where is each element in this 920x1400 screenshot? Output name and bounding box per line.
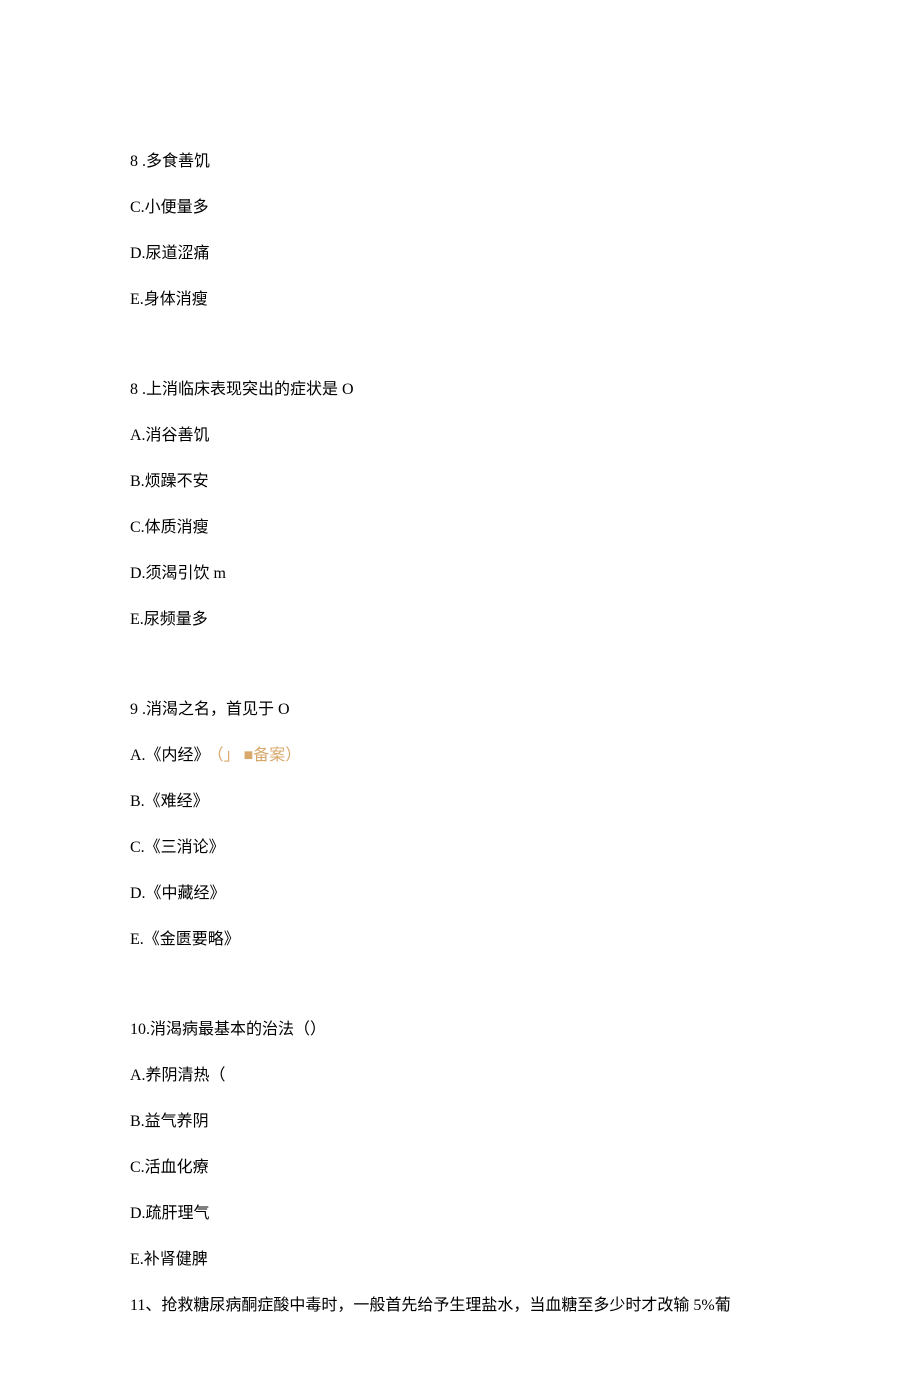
text-line: B.《难经》 — [130, 790, 790, 814]
line-text: D.尿道涩痛 — [130, 245, 210, 262]
line-text: A.《内经》 — [130, 747, 210, 764]
text-line: D.《中藏经》 — [130, 882, 790, 906]
line-text: 9 .消渴之名，首见于 O — [130, 701, 290, 718]
text-line: E.《金匮要略》 — [130, 928, 790, 952]
text-line: D.尿道涩痛 — [130, 242, 790, 266]
text-line: B.益气养阴 — [130, 1110, 790, 1134]
line-text: C.《三消论》 — [130, 839, 225, 856]
line-text: B.益气养阴 — [130, 1113, 209, 1130]
line-text: D.《中藏经》 — [130, 885, 226, 902]
text-line: E.补肾健脾 — [130, 1248, 790, 1272]
line-text: D.疏肝理气 — [130, 1205, 210, 1222]
line-text: C.体质消瘦 — [130, 519, 209, 536]
blank-line — [130, 334, 790, 356]
text-line: E.身体消瘦 — [130, 288, 790, 312]
line-text: B.烦躁不安 — [130, 473, 209, 490]
text-line: A.消谷善饥 — [130, 424, 790, 448]
line-text: A.养阴清热（ — [130, 1067, 226, 1084]
text-line: E.尿频量多 — [130, 608, 790, 632]
line-text: D.须渴引饮 m — [130, 565, 226, 582]
line-text: E.补肾健脾 — [130, 1251, 208, 1268]
line-text: 8 .上消临床表现突出的症状是 O — [130, 381, 354, 398]
text-line: C.《三消论》 — [130, 836, 790, 860]
line-text: 8 .多食善饥 — [130, 153, 210, 170]
line-text: E.身体消瘦 — [130, 291, 208, 308]
blank-line — [130, 654, 790, 676]
line-text: E.《金匮要略》 — [130, 931, 240, 948]
line-text: B.《难经》 — [130, 793, 209, 810]
text-line: C.体质消瘦 — [130, 516, 790, 540]
text-line: D.须渴引饮 m — [130, 562, 790, 586]
line-text: 11、抢救糖尿病酮症酸中毒时，一般首先给予生理盐水，当血糖至多少时才改输 5%葡 — [130, 1297, 731, 1314]
line-text: C.小便量多 — [130, 199, 209, 216]
document-page: 8 .多食善饥 C.小便量多 D.尿道涩痛 E.身体消瘦 8 .上消临床表现突出的症状是… — [0, 0, 920, 1400]
text-line: C.活血化療 — [130, 1156, 790, 1180]
line-text: 10.消渴病最基本的治法（） — [130, 1021, 326, 1038]
text-line: C.小便量多 — [130, 196, 790, 220]
text-line: 8 .上消临床表现突出的症状是 O — [130, 378, 790, 402]
text-line: 10.消渴病最基本的治法（） — [130, 1018, 790, 1042]
text-line: 9 .消渴之名，首见于 O — [130, 698, 790, 722]
text-line: D.疏肝理气 — [130, 1202, 790, 1226]
text-line: 8 .多食善饥 — [130, 150, 790, 174]
answer-note: （」 ■备案） — [216, 747, 302, 764]
line-text: E.尿频量多 — [130, 611, 208, 628]
text-line: B.烦躁不安 — [130, 470, 790, 494]
text-line: A.养阴清热（ — [130, 1064, 790, 1088]
line-text: C.活血化療 — [130, 1159, 209, 1176]
text-line: 11、抢救糖尿病酮症酸中毒时，一般首先给予生理盐水，当血糖至多少时才改输 5%葡 — [130, 1294, 790, 1318]
text-line: A.《内经》 （」 ■备案） — [130, 744, 790, 768]
line-text: A.消谷善饥 — [130, 427, 210, 444]
blank-line — [130, 974, 790, 996]
